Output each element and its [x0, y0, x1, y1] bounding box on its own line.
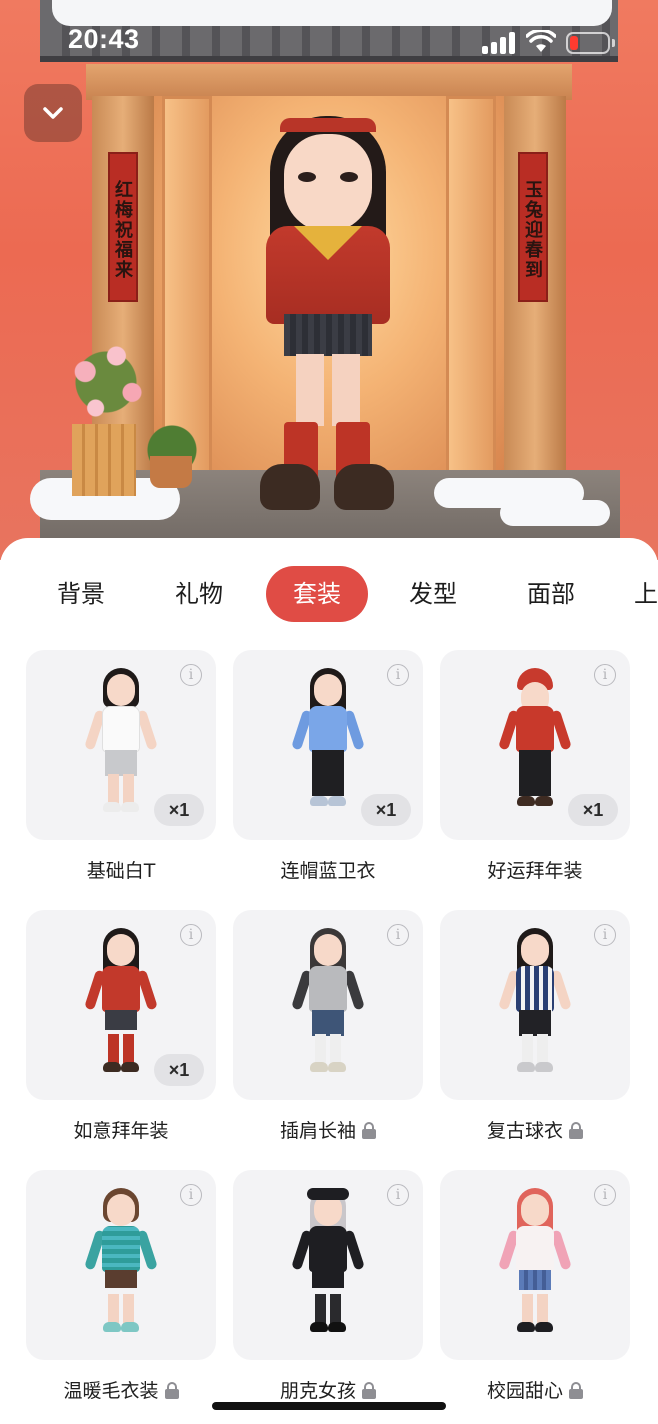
- flower-bush: [54, 330, 158, 434]
- outfit-preview: [283, 666, 373, 826]
- lock-icon: [164, 1382, 179, 1399]
- status-bar: 20:43: [0, 0, 658, 80]
- home-indicator[interactable]: [212, 1402, 446, 1410]
- flower-pot: [72, 424, 136, 496]
- info-icon[interactable]: i: [387, 1184, 409, 1206]
- collapse-button[interactable]: [24, 84, 82, 142]
- outfit-name: 复古球衣: [440, 1116, 630, 1143]
- outfit-preview: [490, 1186, 580, 1346]
- outfit-card[interactable]: i ×1: [26, 650, 216, 840]
- quantity-badge: ×1: [154, 794, 204, 826]
- info-icon[interactable]: i: [594, 1184, 616, 1206]
- outfit-preview: [283, 1186, 373, 1346]
- outfit-card[interactable]: i: [440, 1170, 630, 1360]
- tab-background[interactable]: 背景: [46, 566, 116, 622]
- couplet-right: 玉兔迎春到: [518, 152, 548, 302]
- outfit-preview: [490, 926, 580, 1086]
- info-icon[interactable]: i: [180, 664, 202, 686]
- outfit-card[interactable]: i: [440, 910, 630, 1100]
- couplet-left: 红梅祝福来: [108, 152, 138, 302]
- info-icon[interactable]: i: [387, 924, 409, 946]
- outfit-preview: [490, 666, 580, 826]
- outfit-name: 插肩长袖: [233, 1116, 423, 1143]
- outfit-preview: [76, 1186, 166, 1346]
- outfit-name: 温暖毛衣装: [26, 1376, 216, 1403]
- quantity-badge: ×1: [361, 794, 411, 826]
- snow-pile-right-2: [500, 500, 610, 526]
- lock-icon: [569, 1122, 583, 1139]
- outfit-name: 好运拜年装: [487, 860, 583, 882]
- outfit-name: 朋克女孩: [233, 1376, 423, 1403]
- lock-icon: [569, 1382, 583, 1399]
- tab-hairstyle[interactable]: 发型: [398, 566, 468, 622]
- battery-icon: [566, 32, 610, 54]
- info-icon[interactable]: i: [594, 924, 616, 946]
- avatar-scene: 红梅祝福来 玉兔迎春到: [0, 0, 658, 560]
- lock-icon: [362, 1382, 376, 1399]
- outfit-name: 基础白T: [86, 860, 156, 882]
- info-icon[interactable]: i: [387, 664, 409, 686]
- tab-gifts[interactable]: 礼物: [164, 566, 234, 622]
- outfit-preview: [283, 926, 373, 1086]
- outfit-card[interactable]: i: [26, 1170, 216, 1360]
- quantity-badge: ×1: [154, 1054, 204, 1086]
- tab-face[interactable]: 面部: [516, 566, 586, 622]
- outfit-name: 如意拜年装: [73, 1120, 169, 1142]
- outfit-preview: [76, 666, 166, 826]
- lock-icon: [362, 1122, 376, 1139]
- status-time: 20:43: [68, 24, 140, 54]
- outfit-card[interactable]: i: [233, 1170, 423, 1360]
- outfit-card[interactable]: i ×1: [233, 650, 423, 840]
- chevron-down-icon: [43, 107, 63, 119]
- tab-outfits[interactable]: 套装: [266, 566, 368, 622]
- avatar-character[interactable]: [258, 114, 398, 524]
- outfit-card[interactable]: i: [233, 910, 423, 1100]
- info-icon[interactable]: i: [180, 924, 202, 946]
- outfit-sheet: 背景 礼物 套装 发型 面部 上 i ×1 基础白T i ×1 连帽蓝卫衣 i …: [0, 538, 658, 1424]
- door-panel-right: [446, 96, 496, 476]
- tab-tops[interactable]: 上: [634, 566, 658, 622]
- info-icon[interactable]: i: [180, 1184, 202, 1206]
- info-icon[interactable]: i: [594, 664, 616, 686]
- cellular-signal-icon: [482, 32, 516, 54]
- outfit-card[interactable]: i ×1: [26, 910, 216, 1100]
- category-tabs: 背景 礼物 套装 发型 面部 上: [0, 566, 658, 622]
- outfit-name: 校园甜心: [440, 1376, 630, 1403]
- wifi-icon: [526, 30, 556, 52]
- quantity-badge: ×1: [568, 794, 618, 826]
- door-panel-left: [162, 96, 212, 476]
- outfit-preview: [76, 926, 166, 1086]
- outfit-card[interactable]: i ×1: [440, 650, 630, 840]
- plant-pot: [150, 456, 192, 488]
- outfit-name: 连帽蓝卫衣: [280, 860, 376, 882]
